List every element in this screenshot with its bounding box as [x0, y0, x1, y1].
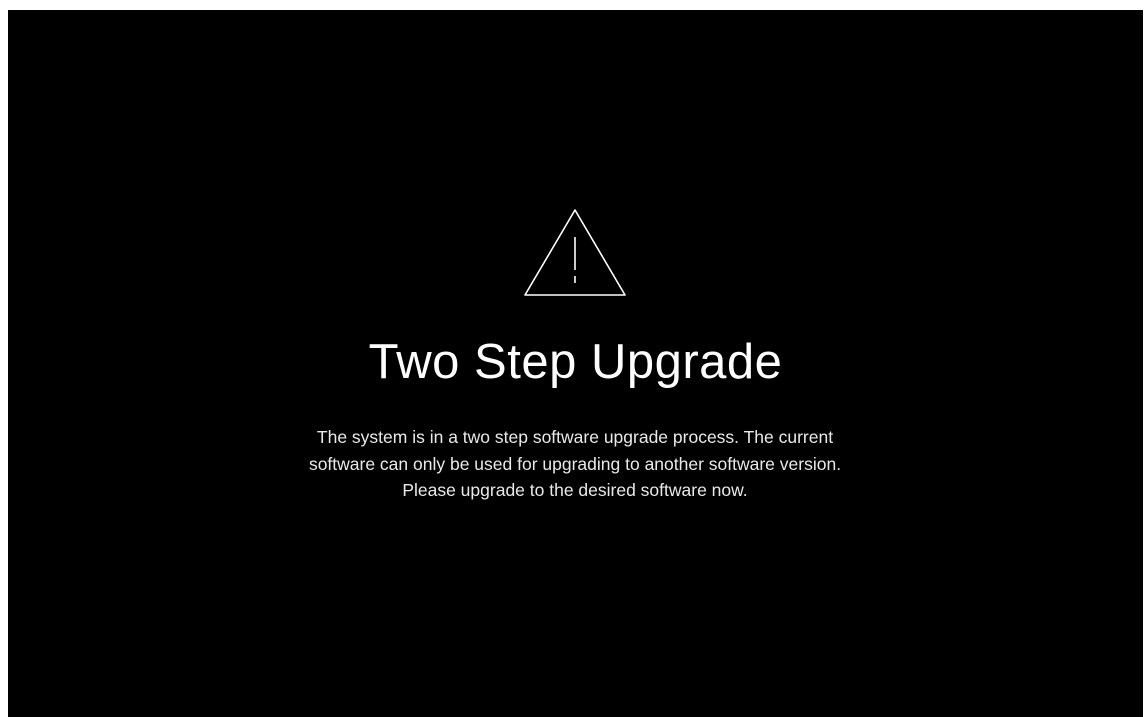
upgrade-screen: Two Step Upgrade The system is in a two … — [8, 10, 1143, 717]
warning-triangle-icon — [522, 207, 628, 299]
upgrade-message: The system is in a two step software upg… — [308, 427, 842, 500]
upgrade-notice: Two Step Upgrade The system is in a two … — [8, 10, 1143, 717]
page-title: Two Step Upgrade — [368, 335, 783, 389]
